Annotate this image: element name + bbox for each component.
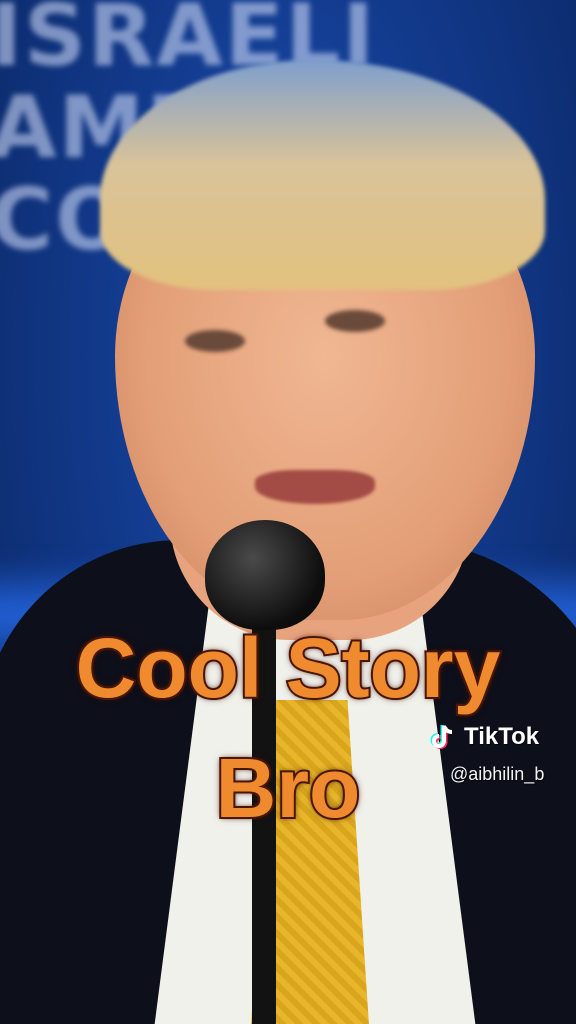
tiktok-brand: TikTok [464,723,540,750]
video-frame: ISRAELI AMER CO Cool Story Bro TikTok @a… [0,0,576,1024]
microphone [205,520,325,630]
tiktok-username: @aibhilin_b [450,764,545,784]
caption-line-2: Bro [214,741,363,835]
tiktok-logo-icon [428,722,458,752]
right-eye [325,310,385,332]
mouth [255,470,375,504]
tiktok-watermark: TikTok [428,722,539,752]
caption-line-1: Cool Story [74,621,503,715]
left-eye [185,330,245,352]
